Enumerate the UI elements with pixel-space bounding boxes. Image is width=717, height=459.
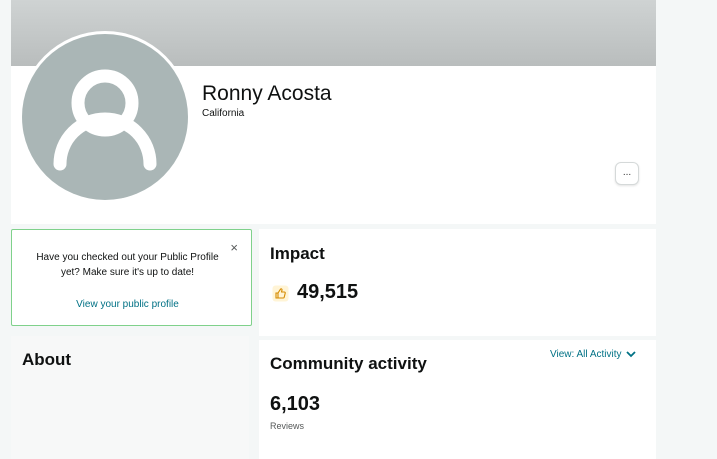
reviews-label: Reviews <box>270 421 305 431</box>
profile-header-card: Ronny Acosta California ... <box>11 0 656 224</box>
chevron-down-icon <box>626 351 636 358</box>
profile-name: Ronny Acosta <box>202 82 332 105</box>
community-activity-card: Community activity View: All Activity 6,… <box>259 340 656 459</box>
reviews-count: 6,103 <box>270 393 321 415</box>
profile-location: California <box>202 108 245 119</box>
about-title: About <box>22 350 72 369</box>
view-label: View: <box>550 349 575 360</box>
impact-title: Impact <box>270 244 325 263</box>
more-options-button[interactable]: ... <box>615 162 639 185</box>
profile-page: Ronny Acosta California ... × Have you c… <box>0 0 717 459</box>
default-user-icon <box>53 69 157 171</box>
community-title: Community activity <box>270 354 427 373</box>
public-profile-prompt: × Have you checked out your Public Profi… <box>11 229 252 326</box>
impact-card: Impact 49,515 <box>259 229 656 336</box>
view-value: All Activity <box>576 349 622 360</box>
about-card: About <box>11 336 249 459</box>
thumbs-up-icon <box>272 285 289 302</box>
view-public-profile-link[interactable]: View your public profile <box>12 299 243 310</box>
prompt-message: Have you checked out your Public Profile… <box>36 252 219 278</box>
activity-view-dropdown[interactable]: View: All Activity <box>550 349 636 360</box>
impact-value: 49,515 <box>297 281 359 303</box>
close-icon[interactable]: × <box>230 241 238 254</box>
avatar <box>22 34 188 200</box>
